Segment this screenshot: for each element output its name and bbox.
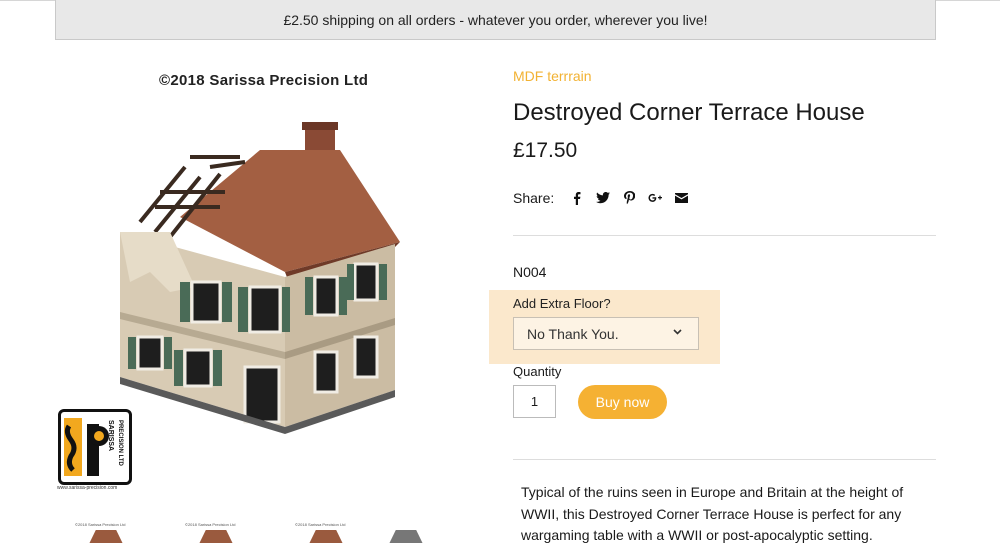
thumbnail-roof — [199, 530, 233, 543]
house-illustration — [120, 122, 400, 434]
thumbnail[interactable] — [375, 516, 465, 543]
thumbnail[interactable]: ©2018 Sarissa Precision Ltd — [67, 516, 157, 543]
twitter-icon[interactable] — [596, 191, 611, 205]
extra-floor-select[interactable]: No Thank You. — [513, 317, 699, 350]
image-copyright: ©2018 Sarissa Precision Ltd — [159, 72, 369, 89]
chevron-down-icon — [673, 326, 682, 338]
product-price: £17.50 — [513, 139, 578, 162]
thumbnail-caption: ©2018 Sarissa Precision Ltd — [295, 522, 346, 527]
facebook-icon[interactable] — [570, 191, 584, 205]
logo-text-top: SARISSA — [107, 420, 114, 451]
extra-floor-label: Add Extra Floor? — [513, 296, 611, 311]
thumbnail-roof — [89, 530, 123, 543]
product-category[interactable]: MDF terrrain — [513, 68, 592, 84]
pinterest-icon[interactable] — [622, 191, 636, 205]
thumbnail-caption: ©2018 Sarissa Precision Ltd — [75, 522, 126, 527]
extra-floor-value: No Thank You. — [527, 325, 619, 342]
option-panel: Add Extra Floor? No Thank You. — [489, 290, 720, 364]
product-image[interactable]: ©2018 Sarissa Precision Ltd SARISSA PREC… — [55, 62, 475, 502]
sarissa-logo: SARISSA PRECISION LTD — [58, 409, 132, 485]
section-divider — [513, 235, 936, 236]
product-title: Destroyed Corner Terrace House — [513, 99, 865, 126]
section-divider — [513, 459, 936, 460]
share-bar: Share: — [513, 190, 700, 206]
logo-text-side: PRECISION LTD — [117, 420, 123, 467]
thumbnail[interactable]: ©2018 Sarissa Precision Ltd — [177, 516, 267, 543]
buy-now-button[interactable]: Buy now — [578, 385, 667, 419]
thumbnail-roof — [389, 530, 423, 543]
email-icon[interactable] — [674, 191, 688, 205]
google-plus-icon[interactable] — [648, 191, 663, 205]
thumbnail-strip: ©2018 Sarissa Precision Ltd ©2018 Sariss… — [55, 516, 475, 543]
quantity-label: Quantity — [513, 364, 562, 379]
logo-url: www.sarissa-precision.com — [57, 485, 118, 491]
thumbnail[interactable]: ©2018 Sarissa Precision Ltd — [287, 516, 377, 543]
quantity-input[interactable]: 1 — [513, 385, 556, 418]
product-sku: N004 — [513, 264, 547, 280]
thumbnail-caption: ©2018 Sarissa Precision Ltd — [185, 522, 236, 527]
product-description: Typical of the ruins seen in Europe and … — [521, 484, 904, 543]
share-label: Share: — [513, 190, 555, 206]
banner-text: £2.50 shipping on all orders - whatever … — [283, 11, 708, 28]
logo-mark: SARISSA PRECISION LTD — [64, 418, 123, 476]
thumbnail-roof — [309, 530, 343, 543]
shipping-banner: £2.50 shipping on all orders - whatever … — [55, 0, 936, 40]
